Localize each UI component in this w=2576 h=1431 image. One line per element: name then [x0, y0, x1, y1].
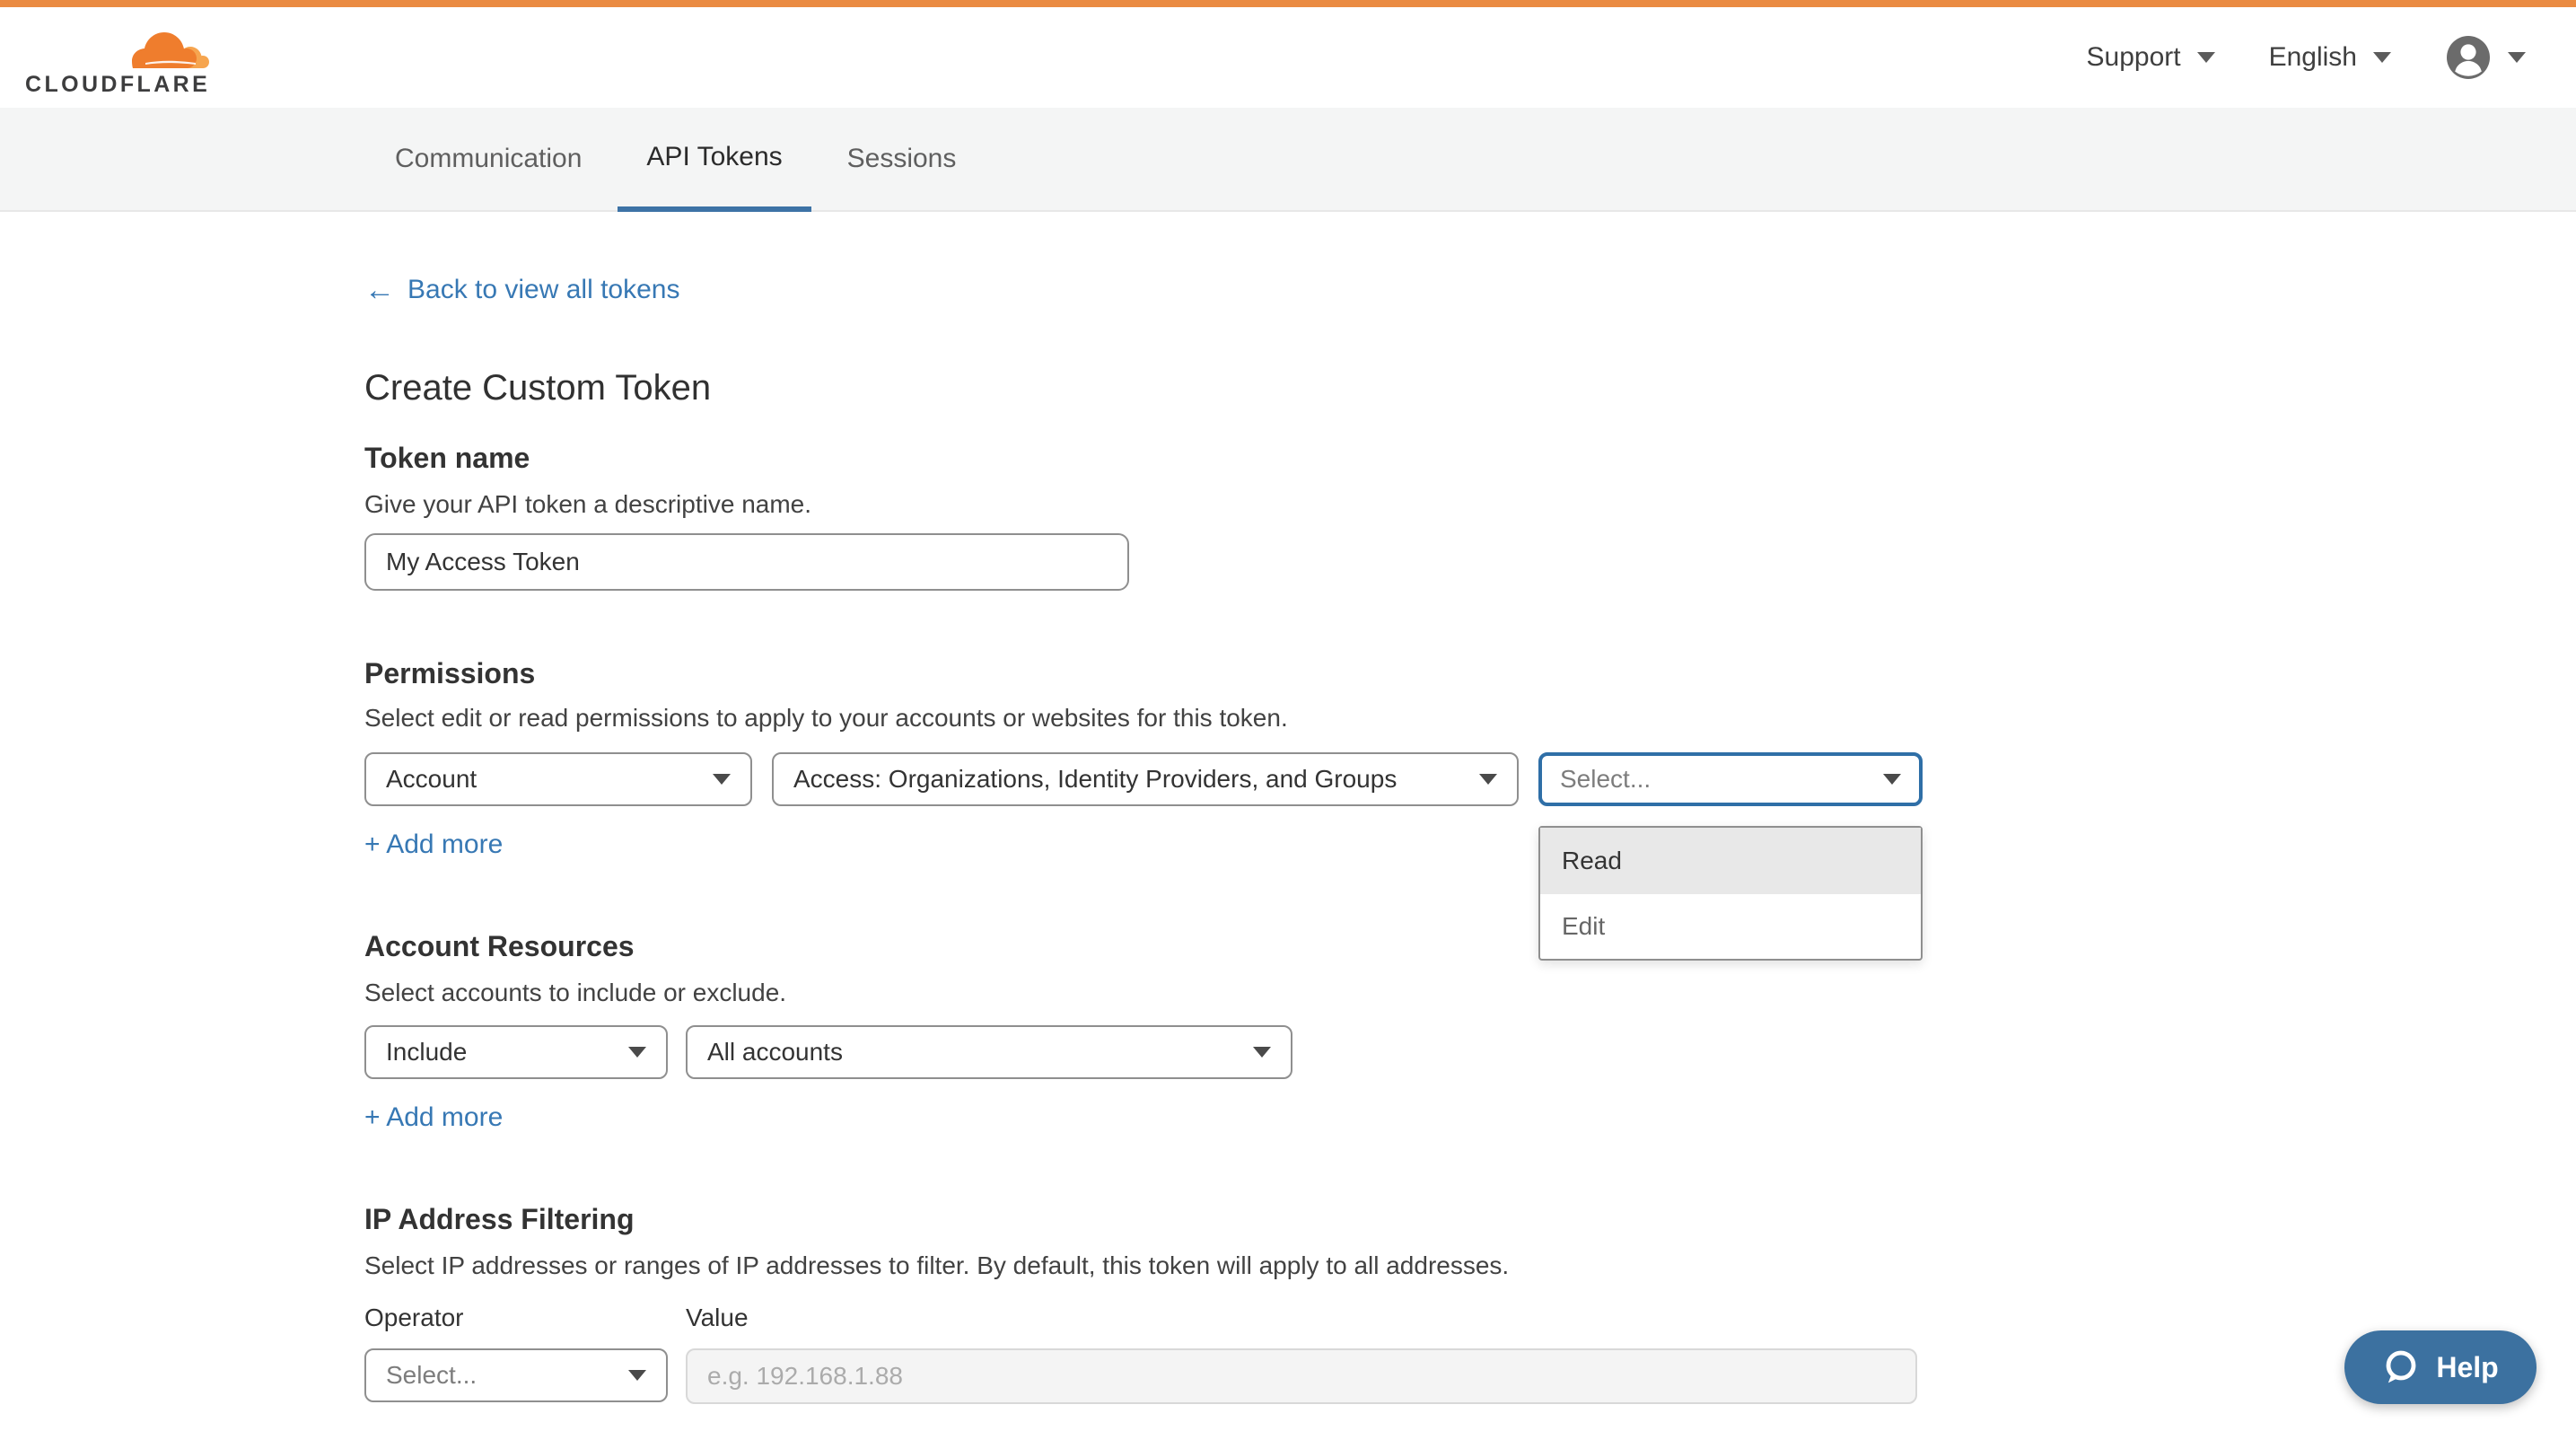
tab-sessions[interactable]: Sessions [819, 108, 986, 212]
chevron-down-icon [2508, 52, 2526, 63]
menu-option-edit[interactable]: Edit [1540, 894, 1921, 959]
help-button-label: Help [2436, 1351, 2498, 1384]
back-arrow-icon: ← [364, 277, 395, 303]
support-label: Support [2087, 42, 2181, 73]
chat-bubble-icon [2382, 1348, 2420, 1386]
account-include-select[interactable]: Include [364, 1025, 668, 1079]
permission-access-select[interactable]: Select... [1538, 752, 1923, 806]
tab-api-tokens[interactable]: API Tokens [618, 108, 810, 212]
ip-filtering-heading: IP Address Filtering [364, 1203, 635, 1236]
operator-label: Operator [364, 1304, 464, 1332]
cloudflare-logo[interactable]: CLOUDFLARE [25, 22, 219, 101]
top-accent-bar [0, 0, 2576, 7]
permission-access-placeholder: Select... [1560, 765, 1651, 794]
account-selection-value: All accounts [707, 1038, 843, 1067]
tab-bar: Communication API Tokens Sessions [0, 108, 2576, 212]
back-to-tokens-link[interactable]: ← Back to view all tokens [364, 275, 679, 305]
account-resources-heading: Account Resources [364, 930, 635, 963]
permission-resource-select[interactable]: Access: Organizations, Identity Provider… [772, 752, 1519, 806]
account-include-value: Include [386, 1038, 467, 1067]
ip-operator-placeholder: Select... [386, 1361, 477, 1390]
access-options-menu: Read Edit [1538, 826, 1923, 961]
permission-scope-value: Account [386, 765, 477, 794]
create-custom-token-page: CLOUDFLARE Support English Communic [0, 0, 2576, 1431]
account-menu[interactable] [2445, 34, 2526, 81]
header-right-nav: Support English [2087, 7, 2526, 108]
account-selection-select[interactable]: All accounts [686, 1025, 1292, 1079]
permissions-add-more-link[interactable]: + Add more [364, 830, 503, 860]
chevron-down-icon [1479, 774, 1497, 785]
language-label: English [2269, 42, 2357, 73]
token-name-heading: Token name [364, 442, 530, 475]
ip-value-input[interactable] [686, 1348, 1917, 1404]
back-link-label: Back to view all tokens [407, 275, 679, 305]
header: CLOUDFLARE Support English [0, 7, 2576, 108]
permissions-description: Select edit or read permissions to apply… [364, 704, 1288, 733]
ip-operator-select[interactable]: Select... [364, 1348, 668, 1402]
tab-communication[interactable]: Communication [366, 108, 610, 212]
ip-filtering-description: Select IP addresses or ranges of IP addr… [364, 1251, 1509, 1280]
account-add-more-link[interactable]: + Add more [364, 1102, 503, 1133]
cloudflare-wordmark: CLOUDFLARE [25, 72, 210, 98]
permission-scope-select[interactable]: Account [364, 752, 752, 806]
chevron-down-icon [1253, 1047, 1271, 1058]
language-dropdown[interactable]: English [2269, 42, 2391, 73]
help-button[interactable]: Help [2344, 1330, 2537, 1404]
chevron-down-icon [628, 1370, 646, 1381]
chevron-down-icon [1883, 774, 1901, 785]
permission-resource-value: Access: Organizations, Identity Provider… [793, 765, 1397, 794]
menu-option-read[interactable]: Read [1540, 828, 1921, 894]
token-name-input[interactable] [364, 533, 1129, 591]
page-title: Create Custom Token [364, 368, 711, 408]
token-name-description: Give your API token a descriptive name. [364, 490, 811, 519]
chevron-down-icon [713, 774, 731, 785]
chevron-down-icon [2373, 52, 2391, 63]
chevron-down-icon [2197, 52, 2215, 63]
cloudflare-cloud-icon [118, 23, 212, 70]
chevron-down-icon [628, 1047, 646, 1058]
permissions-heading: Permissions [364, 657, 535, 690]
value-label: Value [686, 1304, 749, 1332]
user-avatar-icon [2445, 34, 2492, 81]
account-resources-description: Select accounts to include or exclude. [364, 979, 786, 1007]
support-dropdown[interactable]: Support [2087, 42, 2215, 73]
